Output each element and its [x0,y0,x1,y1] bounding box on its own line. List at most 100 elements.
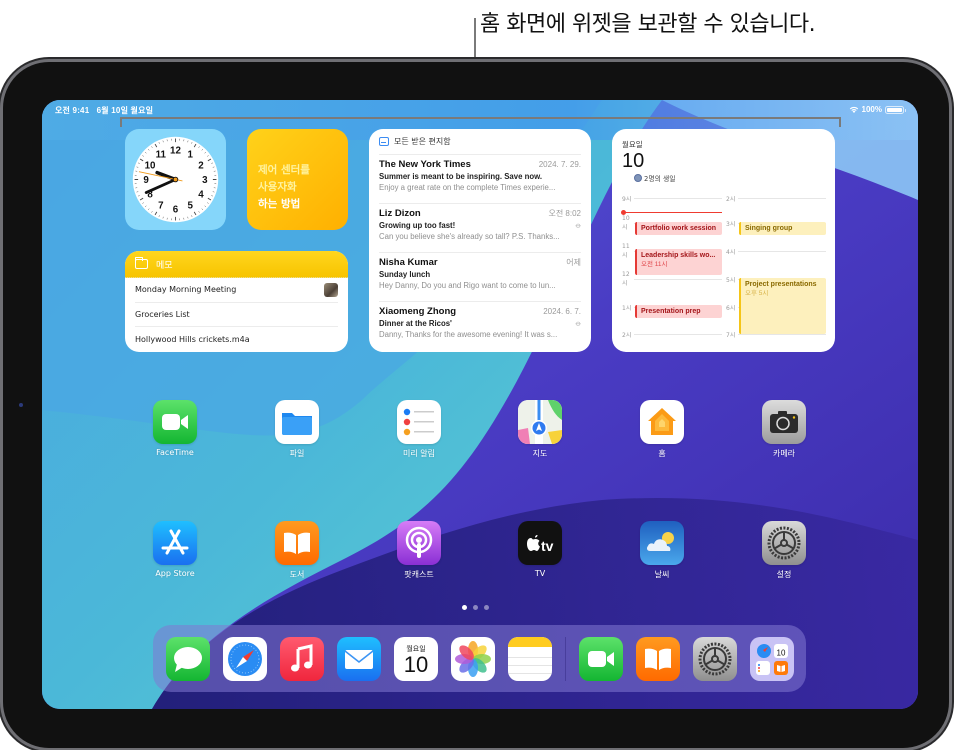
dock-music-icon[interactable] [280,636,324,681]
calendar-event[interactable]: Portfolio work session [635,222,722,235]
app-label: 홈 [658,449,666,458]
mail-sender: The New York Times [379,159,471,170]
mail-header: 모든 받은 편지함 [379,129,581,155]
app-label: FaceTime [156,448,194,457]
clock-hour-number: 4 [198,190,204,201]
app-settings[interactable]: 설정 [744,521,824,580]
mail-date: 2024. 7. 29. [538,160,581,169]
front-camera [19,403,23,407]
stage: 홈 화면에 위젯을 보관할 수 있습니다. 오전 9:41 6월 10일 월요일… [0,0,960,750]
calendar-widget[interactable]: 월요일 10 2명의 생일 9시 10시 11시 12시 1시 2시 Portf… [612,129,835,352]
notes-widget[interactable]: 메모 Monday Morning Meeting Groceries List… [125,251,348,352]
app-label: App Store [155,569,195,578]
callout-bracket-right-tick [839,117,841,127]
mail-sender: Nisha Kumar [379,257,438,268]
mail-date: 오전 8:02 [548,209,581,218]
battery-icon [885,105,906,114]
dock-recent-books-icon[interactable] [636,636,680,681]
calendar-event[interactable]: Presentation prep [635,305,722,318]
mailbox-name: 모든 받은 편지함 [394,137,451,146]
clock-hour-number: 2 [198,160,204,171]
page-dot[interactable] [484,605,489,610]
dock-calendar-icon[interactable]: 월요일 10 [394,636,438,681]
settings-icon [762,521,806,565]
calendar-event[interactable]: Project presentations 오후 5시 [739,278,826,334]
app-files[interactable]: 파일 [257,400,337,459]
dock-photos-icon[interactable] [451,636,495,681]
hour-label: 10시 [622,215,630,231]
app-books[interactable]: 도서 [257,521,337,580]
callout-bracket-left-tick [120,117,122,127]
app-podcasts[interactable]: 팟캐스트 [379,521,459,580]
callout-bracket [120,117,841,119]
note-item[interactable]: Hollywood Hills crickets.m4a [135,327,338,352]
app-label: 설정 [776,570,792,579]
note-title: Monday Morning Meeting [135,285,237,295]
dock-recent-facetime-icon[interactable] [579,636,623,681]
dock: 월요일 10 10 [153,625,806,692]
hour-label: 6시 [726,304,736,312]
mail-date: 어제 [566,258,581,267]
mail-widget[interactable]: 모든 받은 편지함 The New York Times 2024. 7. 29… [369,129,591,352]
mail-message[interactable]: The New York Times 2024. 7. 29. Summer i… [379,155,581,204]
calendar-weekday: 월요일 [622,140,643,149]
folder-icon [135,257,148,269]
dock-notes-icon[interactable] [508,636,552,681]
app-home[interactable]: 홈 [622,400,702,459]
mail-message[interactable]: Xiaomeng Zhong 2024. 6. 7. Dinner at the… [379,302,583,351]
reminders-icon [397,400,441,444]
app-maps[interactable]: 지도 [500,400,580,459]
clock-widget[interactable]: 12 1 2 3 4 5 6 7 8 9 10 11 [125,129,226,230]
mail-preview: Danny, Thanks for the awesome evening! I… [379,330,558,339]
dock-recent-settings-icon[interactable] [693,636,737,681]
status-bar-indicators: 100% [849,105,906,114]
app-label: 날씨 [654,570,670,579]
dock-safari-icon[interactable] [223,636,267,681]
clock-hour-number: 9 [143,175,149,186]
app-weather[interactable]: 날씨 [622,521,702,580]
svg-text:tv: tv [541,538,554,554]
mail-subject: Dinner at the Ricos' [379,319,452,328]
page-dot-current[interactable] [462,605,467,610]
dock-mail-icon[interactable] [337,636,381,681]
note-item[interactable]: Groceries List [135,303,338,327]
mail-sender: Liz Dizon [379,208,421,219]
calendar-event[interactable]: Singing group [739,222,826,235]
podcasts-icon [397,521,441,565]
mail-message[interactable]: Nisha Kumar 어제 Sunday lunch Hey Danny, D… [379,253,581,302]
birthday-note: 2명의 생일 [634,173,825,183]
callout-caption: 홈 화면에 위젯을 보관할 수 있습니다. [480,12,816,37]
app-label: 카메라 [772,449,796,458]
dock-messages-icon[interactable] [166,636,210,681]
app-facetime[interactable]: FaceTime [135,400,215,457]
mail-subject: Summer is meant to be inspiring. Save no… [379,172,543,181]
app-camera[interactable]: 카메라 [744,400,824,459]
app-app-store[interactable]: App Store [135,521,215,578]
calendar-column-morning: 9시 10시 11시 12시 1시 2시 Portfolio work sess… [621,193,722,344]
page-dot[interactable] [473,605,478,610]
note-title: Groceries List [135,309,190,319]
app-label: 지도 [532,449,548,458]
status-bar-datetime: 오전 9:41 6월 10일 월요일 [55,105,153,116]
files-icon [275,400,319,444]
event-title: Singing group [745,225,793,232]
event-title: Project presentations [745,281,817,288]
hour-label: 1시 [622,304,632,312]
clock-hour-number: 11 [156,150,167,161]
hour-label: 2시 [622,331,632,339]
app-tv[interactable]: tv TV [500,521,580,578]
books-icon [275,521,319,565]
mail-preview: Enjoy a great rate on the complete Times… [379,183,556,192]
note-item[interactable]: Monday Morning Meeting [135,278,338,303]
hour-label: 4시 [726,248,736,256]
app-reminders[interactable]: 미리 알림 [379,400,459,459]
inbox-icon [379,137,389,146]
page-indicator[interactable] [462,605,489,610]
mail-message[interactable]: Liz Dizon 오전 8:02 Growing up too fast! ⌀… [379,204,583,253]
clock-hour-number: 10 [145,160,156,171]
dock-app-library-icon[interactable]: 10 [750,636,794,681]
note-thumbnail-image [324,282,338,297]
tips-widget[interactable]: 제어 센터를 사용자화 하는 방법 [247,129,348,230]
hour-label: 9시 [622,195,632,203]
calendar-event[interactable]: Leadership skills wo... 오전 11시 [635,249,722,275]
